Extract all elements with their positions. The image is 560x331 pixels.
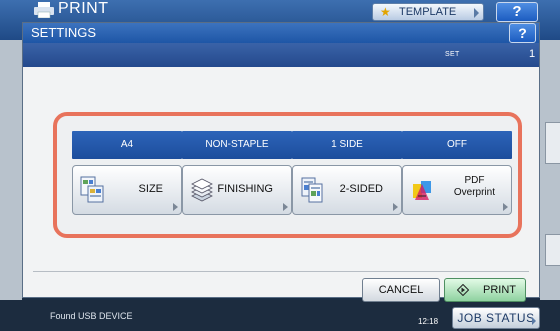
status-message: Found USB DEVICE: [50, 311, 133, 321]
dialog-titlebar: SETTINGS ?: [23, 23, 539, 43]
pdf-overprint-label: PDF Overprint: [454, 175, 495, 199]
chevron-right-icon: [393, 203, 398, 211]
setting-card-2-sided: 1 SIDE 2-SIDED: [292, 131, 402, 215]
chevron-right-icon: [503, 203, 508, 211]
duplex-icon: [301, 177, 323, 203]
background-panel-left: [0, 40, 22, 300]
size-value: A4: [72, 131, 182, 159]
print-label: PRINT: [483, 284, 516, 296]
finishing-label: FINISHING: [217, 183, 273, 195]
chevron-right-icon: [173, 203, 178, 211]
dialog-title: SETTINGS: [31, 25, 97, 40]
setting-card-size: A4 SIZE: [72, 131, 182, 215]
pdf-overprint-label-line1: PDF: [464, 175, 485, 186]
chevron-right-icon: [474, 8, 479, 18]
set-bar: SET 1: [23, 43, 539, 67]
setting-card-finishing: NON-STAPLE FINISHING: [182, 131, 292, 215]
2-sided-label: 2-SIDED: [339, 183, 383, 195]
job-status-label: JOB STATUS: [457, 311, 535, 325]
paper-size-icon: [80, 176, 104, 203]
app-title: PRINT: [58, 0, 109, 17]
set-label: SET: [445, 51, 460, 58]
set-value: 1: [529, 48, 536, 60]
pdf-overprint-label-line2: Overprint: [453, 187, 495, 198]
2-sided-value: 1 SIDE: [292, 131, 402, 159]
cancel-button[interactable]: CANCEL: [362, 278, 440, 302]
pdf-overprint-button[interactable]: PDF Overprint: [402, 165, 512, 215]
finishing-value: NON-STAPLE: [182, 131, 292, 159]
background-tab: [545, 234, 560, 266]
chevron-right-icon: [283, 203, 288, 211]
status-time: 12:18: [418, 317, 439, 326]
pdf-overprint-icon: [413, 181, 431, 200]
size-button[interactable]: SIZE: [72, 165, 182, 215]
divider: [33, 271, 529, 272]
2-sided-button[interactable]: 2-SIDED: [292, 165, 402, 215]
help-button[interactable]: ?: [496, 2, 538, 22]
star-icon: ★: [380, 5, 391, 19]
settings-dialog: SETTINGS ? SET 1 A4 SIZE NON-STAPLE FINI…: [22, 22, 540, 298]
template-button[interactable]: ★ TEMPLATE: [372, 3, 484, 21]
chevron-right-icon: [532, 317, 536, 325]
pdf-overprint-value: OFF: [402, 131, 512, 159]
template-label: TEMPLATE: [399, 6, 457, 18]
dialog-help-button[interactable]: ?: [509, 23, 536, 43]
background-tab: [545, 122, 560, 164]
printer-icon: [34, 2, 54, 18]
setting-card-pdf-overprint: OFF PDF Overprint: [402, 131, 512, 215]
print-button[interactable]: PRINT: [444, 278, 526, 302]
finishing-icon: [191, 178, 213, 202]
size-label: SIZE: [138, 183, 163, 195]
job-status-button[interactable]: JOB STATUS: [452, 307, 540, 329]
start-diamond-icon: [457, 284, 469, 296]
finishing-button[interactable]: FINISHING: [182, 165, 292, 215]
